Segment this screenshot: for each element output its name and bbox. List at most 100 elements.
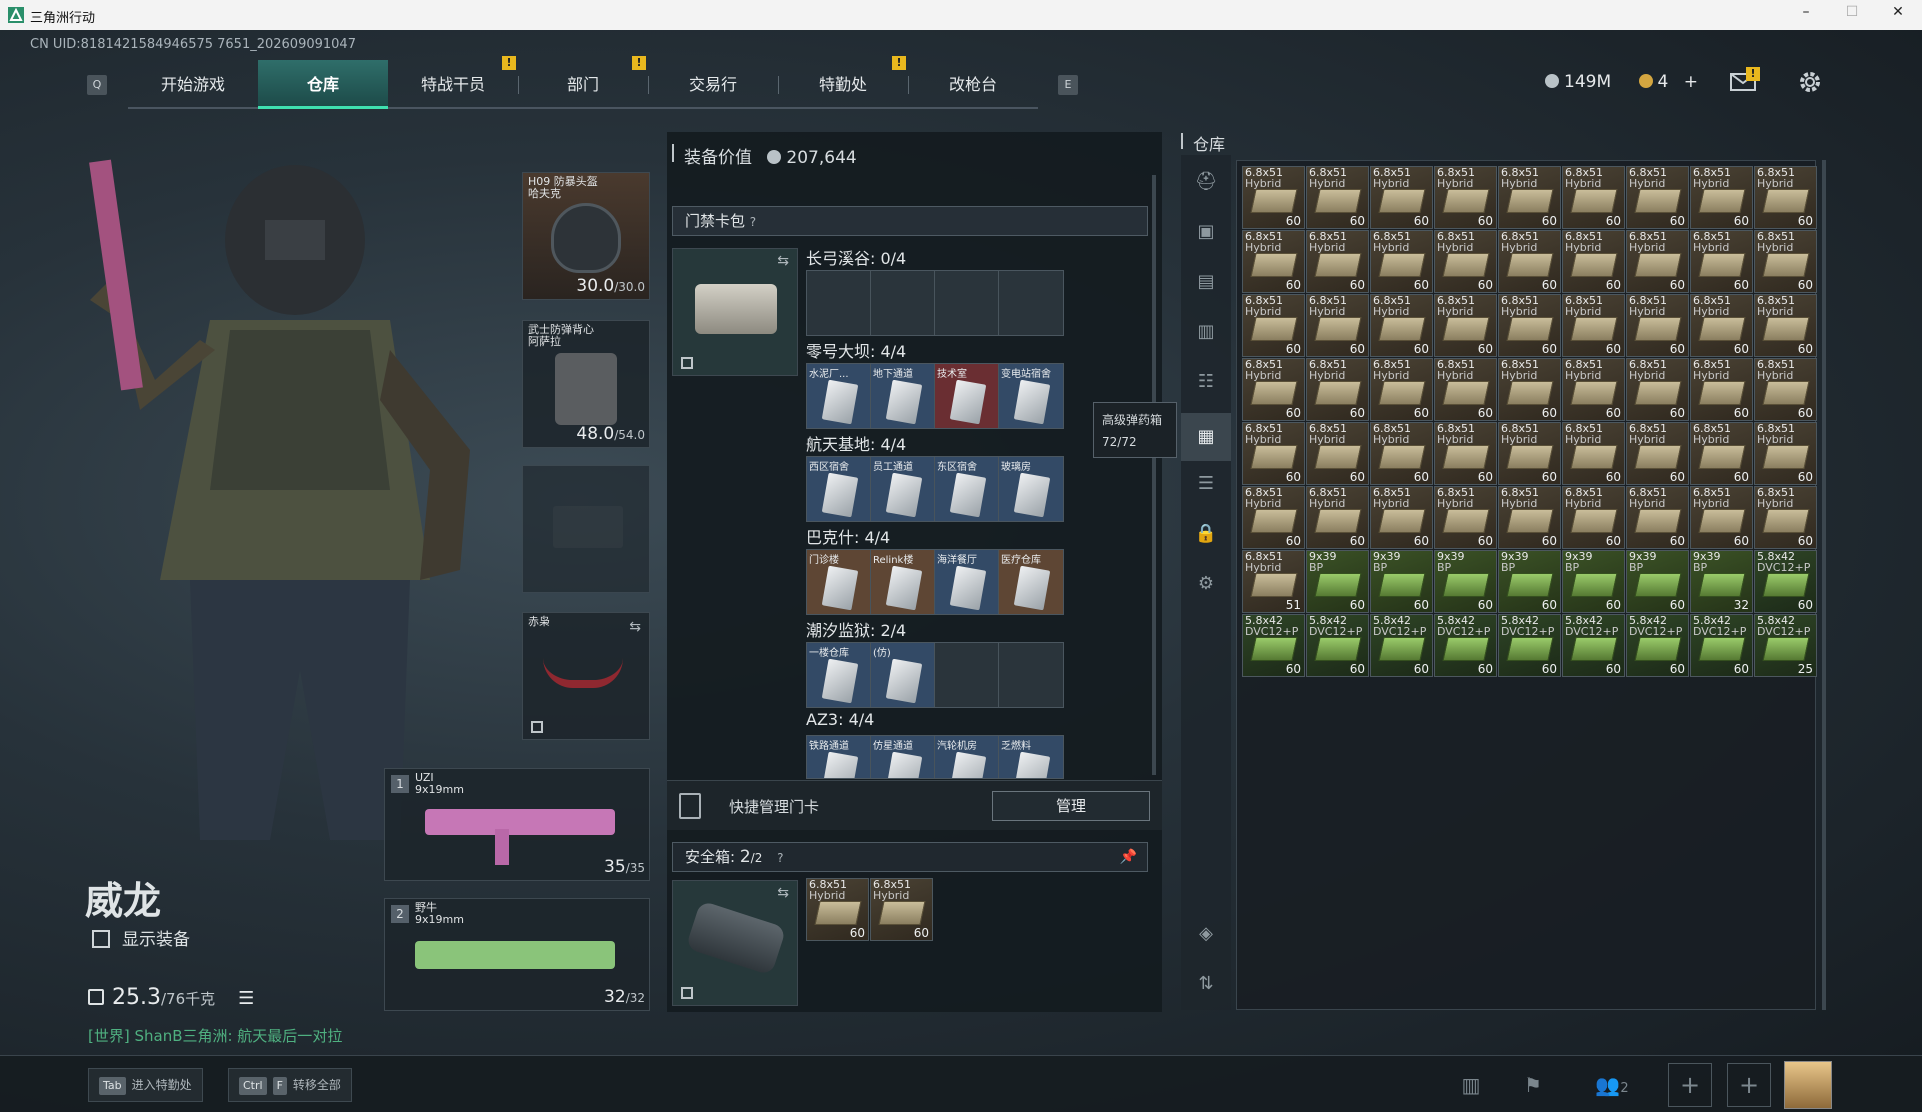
- tab-trading[interactable]: 交易行: [648, 60, 778, 109]
- stats-chart-icon[interactable]: ▥: [1456, 1070, 1486, 1100]
- ammo-item[interactable]: 6.8x51 Hybrid 60: [1626, 294, 1689, 357]
- keycard[interactable]: 汽轮机房: [935, 736, 999, 778]
- ammo-item[interactable]: 9x39 BP 60: [1306, 550, 1369, 613]
- ammo-item[interactable]: 6.8x51 Hybrid 60: [1626, 358, 1689, 421]
- keycard[interactable]: 东区宿舍: [935, 457, 999, 521]
- ammo-item[interactable]: 6.8x51 Hybrid 60: [1242, 166, 1305, 229]
- ammo-item[interactable]: 5.8x42 DVC12+P 60: [1306, 614, 1369, 677]
- ammo-item[interactable]: 6.8x51 Hybrid 60: [1242, 230, 1305, 293]
- ammo-item[interactable]: 5.8x42 DVC12+P 60: [1370, 614, 1433, 677]
- ammo-item[interactable]: 9x39 BP 60: [1562, 550, 1625, 613]
- melee-slot[interactable]: 赤枭 ⇆: [522, 612, 650, 740]
- ammo-item[interactable]: 6.8x51 Hybrid 60: [1626, 422, 1689, 485]
- ammo-item[interactable]: 6.8x51 Hybrid 60: [1306, 230, 1369, 293]
- swap-icon[interactable]: ⇆: [777, 253, 789, 269]
- ammo-item[interactable]: 5.8x42 DVC12+P 25: [1754, 614, 1817, 677]
- ammo-item[interactable]: 9x39 BP 60: [1626, 550, 1689, 613]
- flag-icon[interactable]: ⚑: [1518, 1070, 1548, 1100]
- ammo-item[interactable]: 6.8x51 Hybrid 60: [1498, 166, 1561, 229]
- ammo-item[interactable]: 6.8x51 Hybrid 60: [1370, 486, 1433, 549]
- rack-filter-icon[interactable]: ☷: [1193, 369, 1219, 395]
- ammo-item[interactable]: 6.8x51 Hybrid 60: [1242, 358, 1305, 421]
- ammo-item[interactable]: 6.8x51 Hybrid 60: [1306, 422, 1369, 485]
- tab-gunsmith[interactable]: 改枪台: [908, 60, 1038, 109]
- add-gold-button[interactable]: +: [1684, 72, 1698, 92]
- ammo-item[interactable]: 6.8x51 Hybrid 60: [1370, 422, 1433, 485]
- ammo-item[interactable]: 9x39 BP 32: [1690, 550, 1753, 613]
- checkbox[interactable]: [92, 930, 110, 948]
- ammo-item[interactable]: 6.8x51 Hybrid 60: [1434, 294, 1497, 357]
- add-teammate-button[interactable]: +: [1668, 1063, 1712, 1107]
- ammo-item[interactable]: 6.8x51 Hybrid 60: [1306, 166, 1369, 229]
- keycard[interactable]: 仿星通道: [871, 736, 935, 778]
- keycard[interactable]: 门诊楼: [807, 550, 871, 614]
- maximize-button[interactable]: ☐: [1832, 4, 1872, 26]
- ammo-item[interactable]: 6.8x51 Hybrid 60: [1498, 294, 1561, 357]
- ammo-item[interactable]: 6.8x51 Hybrid 60: [1434, 166, 1497, 229]
- ammo-item[interactable]: 6.8x51 Hybrid 60: [1370, 294, 1433, 357]
- ammo-item[interactable]: 6.8x51 Hybrid 60: [870, 878, 933, 941]
- team-icon[interactable]: 👥2: [1590, 1070, 1634, 1100]
- ammo-item[interactable]: 6.8x51 Hybrid 60: [1754, 230, 1817, 293]
- keycard[interactable]: 地下通道: [871, 364, 935, 428]
- close-button[interactable]: ✕: [1878, 4, 1918, 26]
- ammo-item[interactable]: 9x39 BP 60: [1370, 550, 1433, 613]
- helmet-slot[interactable]: H09 防暴头盔 哈夫克 30.0/30.0: [522, 172, 650, 300]
- ammo-item[interactable]: 6.8x51 Hybrid 60: [1754, 486, 1817, 549]
- keycard[interactable]: 医疗仓库: [999, 550, 1063, 614]
- list-icon[interactable]: ☰: [238, 988, 254, 1009]
- ammo-item[interactable]: 6.8x51 Hybrid 60: [1370, 358, 1433, 421]
- add-teammate-button[interactable]: +: [1727, 1063, 1771, 1107]
- ammo-item[interactable]: 6.8x51 Hybrid 60: [1626, 486, 1689, 549]
- ammo-item[interactable]: 6.8x51 Hybrid 60: [1498, 358, 1561, 421]
- map-filter-icon[interactable]: ▤: [1193, 269, 1219, 295]
- enter-special-ops-button[interactable]: Tab 进入特勤处: [88, 1068, 203, 1102]
- armor-slot[interactable]: 武士防弹背心 阿萨拉 48.0/54.0: [522, 320, 650, 448]
- ammo-item[interactable]: 6.8x51 Hybrid 60: [1306, 358, 1369, 421]
- settings-gear-icon[interactable]: [1797, 69, 1823, 95]
- ammo-item[interactable]: 5.8x42 DVC12+P 60: [1626, 614, 1689, 677]
- safe-box-container[interactable]: ⇆: [672, 880, 798, 1006]
- ammo-item[interactable]: 6.8x51 Hybrid 60: [1754, 358, 1817, 421]
- ammo-item[interactable]: 6.8x51 Hybrid 60: [1242, 294, 1305, 357]
- ammo-item[interactable]: 6.8x51 Hybrid 60: [1562, 294, 1625, 357]
- ammo-item[interactable]: 6.8x51 Hybrid 60: [806, 878, 869, 941]
- ammo-item[interactable]: 6.8x51 Hybrid 60: [1562, 486, 1625, 549]
- secondary-weapon-slot[interactable]: 2 野牛 9x19mm 32/32: [384, 898, 650, 1011]
- ammo-item[interactable]: 6.8x51 Hybrid 60: [1242, 422, 1305, 485]
- shelf-filter-icon[interactable]: ☰: [1193, 471, 1219, 497]
- tab-start-game[interactable]: 开始游戏: [128, 60, 258, 109]
- tab-warehouse[interactable]: 仓库: [258, 60, 388, 109]
- nav-prev-key[interactable]: Q: [87, 75, 107, 95]
- ammo-item[interactable]: 6.8x51 Hybrid 51: [1242, 550, 1305, 613]
- primary-weapon-slot[interactable]: 1 UZI 9x19mm 35/35: [384, 768, 650, 881]
- lock-icon[interactable]: 🔒: [1193, 521, 1219, 547]
- ammo-box-tab[interactable]: ▦: [1181, 413, 1231, 461]
- keycard[interactable]: 西区宿舍: [807, 457, 871, 521]
- tab-special-ops[interactable]: 特勤处!: [778, 56, 908, 109]
- gear-icon[interactable]: ⚙: [1193, 571, 1219, 597]
- keycard[interactable]: 海洋餐厅: [935, 550, 999, 614]
- ammo-item[interactable]: 6.8x51 Hybrid 60: [1370, 230, 1433, 293]
- ammo-item[interactable]: 6.8x51 Hybrid 60: [1562, 422, 1625, 485]
- ammo-item[interactable]: 5.8x42 DVC12+P 60: [1498, 614, 1561, 677]
- world-chat-line[interactable]: [世界] ShanB三角洲: 航天最后一对拉: [88, 1025, 342, 1046]
- ammo-item[interactable]: 5.8x42 DVC12+P 60: [1242, 614, 1305, 677]
- tab-department[interactable]: 部门!: [518, 56, 648, 109]
- keycard[interactable]: 员工通道: [871, 457, 935, 521]
- helmet-filter-icon[interactable]: ⛑: [1193, 169, 1219, 195]
- keycard[interactable]: 变电站宿舍: [999, 364, 1063, 428]
- ammo-item[interactable]: 6.8x51 Hybrid 60: [1498, 422, 1561, 485]
- ammo-item[interactable]: 5.8x42 DVC12+P 60: [1562, 614, 1625, 677]
- ammo-item[interactable]: 9x39 BP 60: [1434, 550, 1497, 613]
- ammo-item[interactable]: 6.8x51 Hybrid 60: [1754, 294, 1817, 357]
- keycard[interactable]: 玻璃房: [999, 457, 1063, 521]
- keycard[interactable]: 水泥厂...: [807, 364, 871, 428]
- ammo-item[interactable]: 6.8x51 Hybrid 60: [1306, 486, 1369, 549]
- ammo-item[interactable]: 6.8x51 Hybrid 60: [1370, 166, 1433, 229]
- keycard[interactable]: Relink楼: [871, 550, 935, 614]
- ammo-item[interactable]: 5.8x42 DVC12+P 60: [1434, 614, 1497, 677]
- manage-button[interactable]: 管理: [992, 791, 1150, 821]
- ammo-item[interactable]: 6.8x51 Hybrid 60: [1690, 230, 1753, 293]
- box-filter-icon[interactable]: ▥: [1193, 319, 1219, 345]
